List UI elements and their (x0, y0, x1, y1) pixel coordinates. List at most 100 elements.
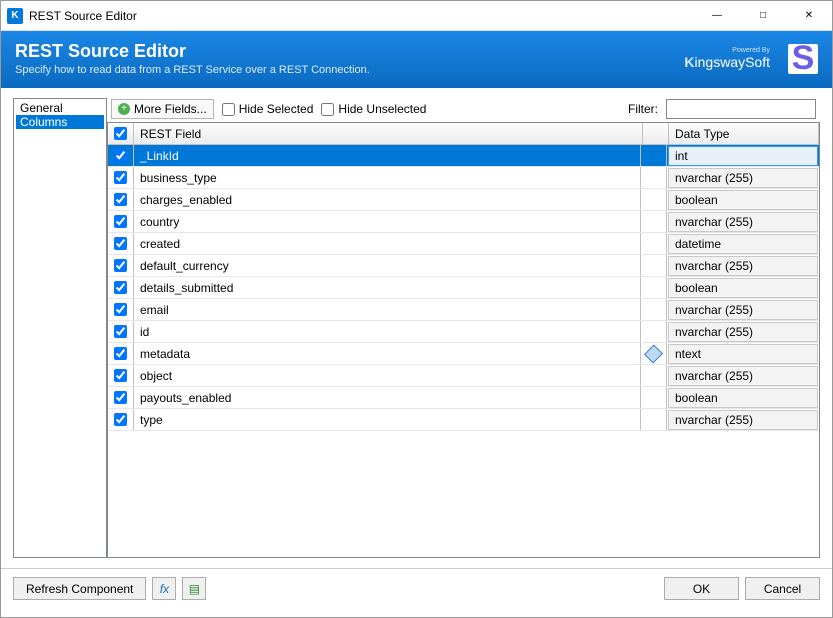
hide-selected-checkbox[interactable]: Hide Selected (222, 102, 314, 116)
row-type-icon (641, 343, 667, 364)
row-type-icon (641, 277, 667, 298)
kingswaysoft-logo: Powered By KingswaySoft (684, 47, 770, 70)
row-checkbox[interactable] (114, 149, 127, 162)
sidebar-item-general[interactable]: General (16, 101, 104, 115)
object-icon (644, 344, 663, 363)
window-title: REST Source Editor (29, 9, 694, 23)
row-type-icon (641, 211, 667, 232)
row-checkbox[interactable] (114, 413, 127, 426)
row-field-name: object (134, 365, 641, 386)
row-field-name: created (134, 233, 641, 254)
hide-unselected-input[interactable] (321, 103, 334, 116)
row-data-type[interactable]: nvarchar (255) (668, 410, 818, 430)
table-row[interactable]: id nvarchar (255) (108, 321, 819, 343)
side-tabs: GeneralColumns (13, 98, 107, 558)
expression-button[interactable]: fx (152, 577, 176, 600)
row-data-type[interactable]: datetime (668, 234, 818, 254)
row-type-icon (641, 255, 667, 276)
row-field-name: charges_enabled (134, 189, 641, 210)
table-row[interactable]: type nvarchar (255) (108, 409, 819, 431)
hide-selected-input[interactable] (222, 103, 235, 116)
hide-unselected-checkbox[interactable]: Hide Unselected (321, 102, 426, 116)
header-rest-field[interactable]: REST Field (134, 123, 643, 144)
row-type-icon (641, 387, 667, 408)
row-data-type[interactable]: boolean (668, 388, 818, 408)
more-fields-label: More Fields... (134, 102, 207, 116)
row-checkbox[interactable] (114, 369, 127, 382)
row-checkbox[interactable] (114, 281, 127, 294)
row-data-type[interactable]: ntext (668, 344, 818, 364)
table-row[interactable]: default_currency nvarchar (255) (108, 255, 819, 277)
row-checkbox[interactable] (114, 171, 127, 184)
row-field-name: email (134, 299, 641, 320)
table-row[interactable]: object nvarchar (255) (108, 365, 819, 387)
row-data-type[interactable]: nvarchar (255) (668, 366, 818, 386)
row-field-name: id (134, 321, 641, 342)
row-checkbox[interactable] (114, 259, 127, 272)
header-data-type[interactable]: Data Type (669, 123, 819, 144)
row-data-type[interactable]: boolean (668, 278, 818, 298)
stripe-logo: S (788, 44, 818, 74)
table-row[interactable]: created datetime (108, 233, 819, 255)
header-icon-col (643, 123, 669, 144)
row-type-icon (641, 233, 667, 254)
ok-button[interactable]: OK (664, 577, 739, 600)
plus-icon: + (118, 103, 130, 115)
minimize-button[interactable]: — (694, 1, 740, 31)
row-type-icon (641, 299, 667, 320)
filter-label: Filter: (628, 102, 658, 116)
table-row[interactable]: details_submitted boolean (108, 277, 819, 299)
row-field-name: business_type (134, 167, 641, 188)
table-row[interactable]: metadata ntext (108, 343, 819, 365)
more-fields-button[interactable]: + More Fields... (111, 99, 214, 119)
row-type-icon (641, 321, 667, 342)
header-banner: REST Source Editor Specify how to read d… (1, 31, 832, 88)
row-field-name: details_submitted (134, 277, 641, 298)
row-data-type[interactable]: nvarchar (255) (668, 212, 818, 232)
table-row[interactable]: charges_enabled boolean (108, 189, 819, 211)
grid-header: REST Field Data Type (108, 123, 819, 145)
sidebar-item-columns[interactable]: Columns (16, 115, 104, 129)
row-data-type[interactable]: nvarchar (255) (668, 322, 818, 342)
row-checkbox[interactable] (114, 303, 127, 316)
filter-input[interactable] (666, 99, 816, 119)
row-type-icon (641, 189, 667, 210)
row-checkbox[interactable] (114, 325, 127, 338)
table-row[interactable]: _LinkId int (108, 145, 819, 167)
row-field-name: payouts_enabled (134, 387, 641, 408)
row-field-name: _LinkId (134, 145, 641, 166)
row-type-icon (641, 409, 667, 430)
row-field-name: country (134, 211, 641, 232)
table-row[interactable]: payouts_enabled boolean (108, 387, 819, 409)
row-data-type[interactable]: boolean (668, 190, 818, 210)
titlebar: K REST Source Editor — □ ✕ (1, 1, 832, 31)
row-field-name: default_currency (134, 255, 641, 276)
toolbar: + More Fields... Hide Selected Hide Unse… (107, 98, 820, 120)
refresh-component-button[interactable]: Refresh Component (13, 577, 146, 600)
row-checkbox[interactable] (114, 215, 127, 228)
row-type-icon (641, 167, 667, 188)
header-check-all[interactable] (108, 123, 134, 144)
script-button[interactable]: ▤ (182, 577, 206, 600)
cancel-button[interactable]: Cancel (745, 577, 820, 600)
columns-grid: REST Field Data Type _LinkIdintbusiness_… (107, 122, 820, 558)
maximize-button[interactable]: □ (740, 1, 786, 31)
row-checkbox[interactable] (114, 391, 127, 404)
row-checkbox[interactable] (114, 347, 127, 360)
row-type-icon (641, 365, 667, 386)
row-data-type[interactable]: nvarchar (255) (668, 256, 818, 276)
row-data-type[interactable]: nvarchar (255) (668, 168, 818, 188)
table-row[interactable]: email nvarchar (255) (108, 299, 819, 321)
page-title: REST Source Editor (15, 41, 370, 62)
app-icon: K (7, 8, 23, 24)
row-data-type[interactable]: nvarchar (255) (668, 300, 818, 320)
close-button[interactable]: ✕ (786, 1, 832, 31)
row-field-name: type (134, 409, 641, 430)
row-type-icon (641, 145, 667, 166)
row-field-name: metadata (134, 343, 641, 364)
table-row[interactable]: country nvarchar (255) (108, 211, 819, 233)
table-row[interactable]: business_type nvarchar (255) (108, 167, 819, 189)
row-checkbox[interactable] (114, 193, 127, 206)
row-checkbox[interactable] (114, 237, 127, 250)
row-data-type[interactable]: int (668, 146, 818, 166)
